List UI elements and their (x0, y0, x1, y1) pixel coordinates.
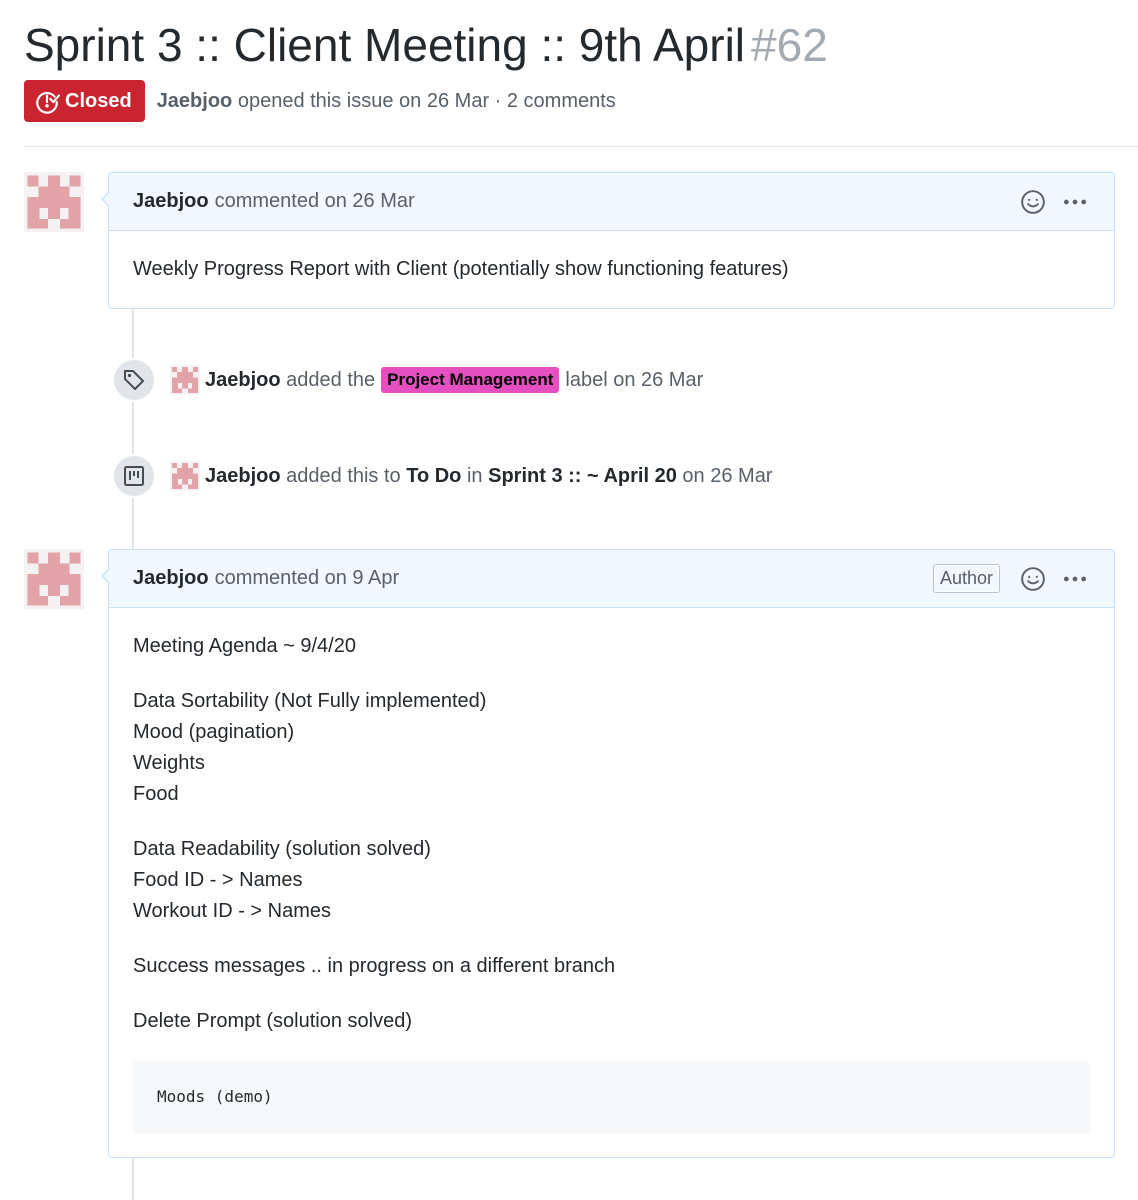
comment-2: Jaebjoo commented on 9 Apr Author Meetin… (101, 549, 1115, 1158)
code-block: Moods (demo) (133, 1061, 1090, 1133)
avatar[interactable] (170, 461, 200, 491)
comment-1: Jaebjoo commented on 26 Mar Weekly Progr… (101, 172, 1115, 309)
project-column-link[interactable]: To Do (406, 465, 461, 488)
comment-header: Jaebjoo commented on 26 Mar (109, 173, 1114, 231)
timeline-event-project: Jaebjoo added this to To Do in Sprint 3 … (112, 454, 772, 498)
agenda-line: Data Sortability (Not Fully implemented) (133, 690, 487, 712)
comment-header: Jaebjoo commented on 9 Apr Author (109, 550, 1114, 608)
comment-body: Meeting Agenda ~ 9/4/20 Data Sortability… (109, 608, 1114, 1157)
event-text: added the (286, 368, 376, 391)
issue-number: #62 (751, 19, 828, 71)
identicon-avatar (27, 175, 81, 229)
agenda-line: Meeting Agenda ~ 9/4/20 (133, 635, 356, 657)
timeline-event-label: Jaebjoo added the Project Management lab… (112, 358, 703, 402)
status-badge: Closed (24, 80, 145, 122)
comment-body: Weekly Progress Report with Client (pote… (109, 231, 1114, 309)
avatar[interactable] (24, 549, 84, 609)
smiley-icon[interactable] (1018, 187, 1048, 217)
issue-author-link[interactable]: Jaebjoo (157, 90, 233, 112)
avatar[interactable] (24, 172, 84, 232)
agenda-paragraph-5: Delete Prompt (solution solved) (133, 1006, 1090, 1037)
event-text-after: label on 26 Mar (565, 368, 704, 391)
issue-closed-icon (36, 92, 60, 114)
comment-date[interactable]: commented on 26 Mar (215, 190, 415, 213)
identicon-avatar (27, 552, 81, 606)
identicon-avatar (171, 462, 199, 490)
agenda-line: Data Readability (solution solved) (133, 838, 431, 860)
agenda-paragraph-1: Meeting Agenda ~ 9/4/20 (133, 631, 1090, 662)
comment-date[interactable]: commented on 9 Apr (215, 567, 400, 590)
header-divider (24, 146, 1138, 147)
event-text-after: on 26 Mar (682, 464, 773, 487)
kebab-horizontal-icon[interactable] (1060, 187, 1090, 217)
event-actor-link[interactable]: Jaebjoo (205, 369, 281, 392)
kebab-horizontal-icon[interactable] (1060, 564, 1090, 594)
event-text-in: in (466, 464, 483, 487)
tag-icon (112, 358, 156, 402)
issue-opened-text: opened this issue on 26 Mar · 2 comments (237, 89, 616, 112)
agenda-line: Success messages .. in progress on a dif… (133, 955, 616, 977)
comment-author-link[interactable]: Jaebjoo (133, 190, 209, 213)
agenda-line: Food ID - > Names (133, 869, 303, 891)
agenda-line: Food (133, 783, 179, 805)
agenda-line: Workout ID - > Names (133, 900, 332, 922)
agenda-line: Weights (133, 752, 205, 774)
issue-meta: Jaebjoo opened this issue on 26 Mar · 2 … (157, 90, 616, 113)
code-text: Moods (demo) (157, 1087, 273, 1106)
avatar[interactable] (170, 365, 200, 395)
project-link[interactable]: Sprint 3 :: ~ April 20 (488, 465, 677, 488)
issue-state-row: Closed Jaebjoo opened this issue on 26 M… (24, 80, 616, 122)
project-icon (112, 454, 156, 498)
issue-title: Sprint 3 :: Client Meeting :: 9th April #… (24, 16, 828, 74)
smiley-icon[interactable] (1018, 564, 1048, 594)
agenda-line: Mood (pagination) (133, 721, 295, 743)
comment-text: Weekly Progress Report with Client (pote… (133, 258, 789, 280)
agenda-line: Delete Prompt (solution solved) (133, 1010, 413, 1032)
author-badge: Author (932, 564, 1000, 593)
status-label: Closed (65, 89, 132, 112)
label-project-management[interactable]: Project Management (381, 367, 560, 393)
comment-author-link[interactable]: Jaebjoo (133, 567, 209, 590)
issue-title-text: Sprint 3 :: Client Meeting :: 9th April (24, 19, 746, 71)
identicon-avatar (171, 366, 199, 394)
event-text: added this to (286, 464, 401, 487)
agenda-paragraph-3: Data Readability (solution solved) Food … (133, 834, 1090, 927)
agenda-paragraph-2: Data Sortability (Not Fully implemented)… (133, 686, 1090, 810)
event-actor-link[interactable]: Jaebjoo (205, 465, 281, 488)
agenda-paragraph-4: Success messages .. in progress on a dif… (133, 951, 1090, 982)
